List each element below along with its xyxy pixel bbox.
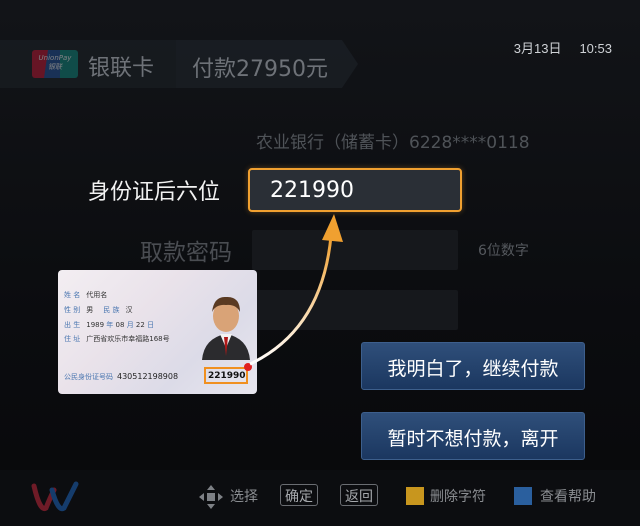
footer-help-hint: 查看帮助 (540, 489, 596, 505)
footer-delete-hint: 删除字符 (430, 489, 486, 505)
back-key[interactable]: 返回 (340, 484, 378, 506)
leave-payment-button[interactable]: 暂时不想付款，离开 (361, 412, 585, 460)
help-key-icon (514, 487, 532, 505)
footer-select-hint: 选择 (230, 489, 258, 505)
confirm-key[interactable]: 确定 (280, 484, 318, 506)
continue-payment-button[interactable]: 我明白了，继续付款 (361, 342, 585, 390)
brand-logo-icon (31, 481, 79, 512)
delete-key-icon (406, 487, 424, 505)
dpad-icon (199, 485, 223, 509)
payment-screen: UnionPay 银联 银联卡 付款27950元 3月13日 10:53 农业银行… (0, 0, 640, 526)
